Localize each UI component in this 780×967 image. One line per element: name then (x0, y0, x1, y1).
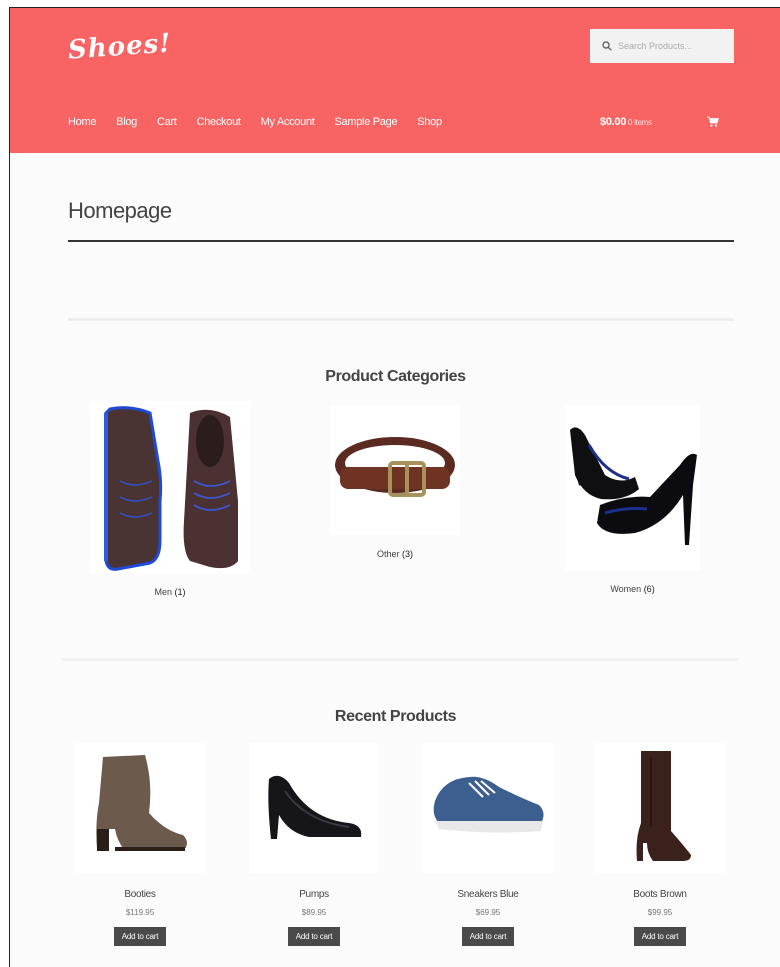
add-to-cart-button[interactable]: Add to cart (461, 927, 515, 946)
category-image-other[interactable] (330, 405, 460, 535)
product-image-booties[interactable] (75, 743, 205, 873)
product-price: $99.95 (647, 908, 673, 917)
category-card-other[interactable]: Other (3) (330, 405, 460, 559)
add-to-cart-button[interactable]: Add to cart (113, 927, 167, 946)
category-card-men[interactable]: Men (1) (90, 401, 250, 597)
page-title: Homepage (68, 198, 172, 223)
product-name[interactable]: Pumps (244, 889, 384, 900)
nav-shop[interactable]: Shop (417, 116, 442, 128)
search-icon (602, 41, 612, 51)
nav-blog[interactable]: Blog (116, 116, 137, 128)
product-image-sneakers-blue[interactable] (423, 743, 553, 873)
nav-cart[interactable]: Cart (157, 116, 177, 128)
nav-home[interactable]: Home (68, 116, 96, 128)
product-card-booties[interactable]: Booties $119.95 Add to cart (70, 743, 210, 946)
nav-checkout[interactable]: Checkout (197, 116, 241, 128)
add-to-cart-button[interactable]: Add to cart (633, 927, 687, 946)
category-label-women[interactable]: Women (6) (565, 584, 700, 594)
section-divider-2 (62, 658, 738, 661)
product-card-pumps[interactable]: Pumps $89.95 Add to cart (244, 743, 384, 946)
product-price: $89.95 (301, 908, 327, 917)
nav-my-account[interactable]: My Account (261, 116, 315, 128)
category-card-women[interactable]: Women (6) (565, 405, 700, 594)
booties-image (96, 755, 187, 851)
belt-image (335, 437, 455, 497)
site-logo[interactable]: Shoes! (67, 28, 172, 65)
boots-brown-image (636, 751, 691, 861)
search-box[interactable] (590, 29, 734, 63)
product-card-sneakers-blue[interactable]: Sneakers Blue $69.95 Add to cart (418, 743, 558, 946)
add-to-cart-button[interactable]: Add to cart (287, 927, 341, 946)
main-nav: Home Blog Cart Checkout My Account Sampl… (68, 116, 442, 128)
product-name[interactable]: Booties (70, 889, 210, 900)
category-image-men[interactable] (90, 401, 250, 573)
cart-item-count: 0 items (628, 118, 652, 127)
site-header: Shoes! Home Blog Cart Checkout My Accoun… (10, 8, 780, 153)
cart-total: $0.00 (600, 116, 627, 128)
product-name[interactable]: Boots Brown (590, 889, 730, 900)
recent-products-heading: Recent Products (334, 708, 457, 725)
product-image-pumps[interactable] (249, 743, 379, 873)
men-shoes-image (104, 406, 238, 571)
product-card-boots-brown[interactable]: Boots Brown $99.95 Add to cart (590, 743, 730, 946)
search-input[interactable] (618, 41, 728, 51)
product-price: $69.95 (475, 908, 501, 917)
page-frame: Shoes! Home Blog Cart Checkout My Accoun… (9, 7, 780, 967)
category-label-men[interactable]: Men (1) (90, 587, 250, 597)
pumps-image (268, 775, 362, 839)
nav-sample-page[interactable]: Sample Page (335, 116, 398, 128)
women-heels-image (570, 427, 697, 545)
category-image-women[interactable] (565, 405, 700, 570)
sneakers-image (433, 776, 544, 833)
product-price: $119.95 (125, 908, 155, 917)
categories-heading: Product Categories (325, 368, 466, 385)
category-label-other[interactable]: Other (3) (330, 549, 460, 559)
shopping-cart-icon[interactable] (707, 116, 719, 127)
title-divider (68, 240, 734, 242)
cart-summary[interactable]: $0.00 0 items (600, 116, 652, 128)
product-image-boots-brown[interactable] (595, 743, 725, 873)
section-divider (68, 318, 734, 321)
product-name[interactable]: Sneakers Blue (418, 889, 558, 900)
